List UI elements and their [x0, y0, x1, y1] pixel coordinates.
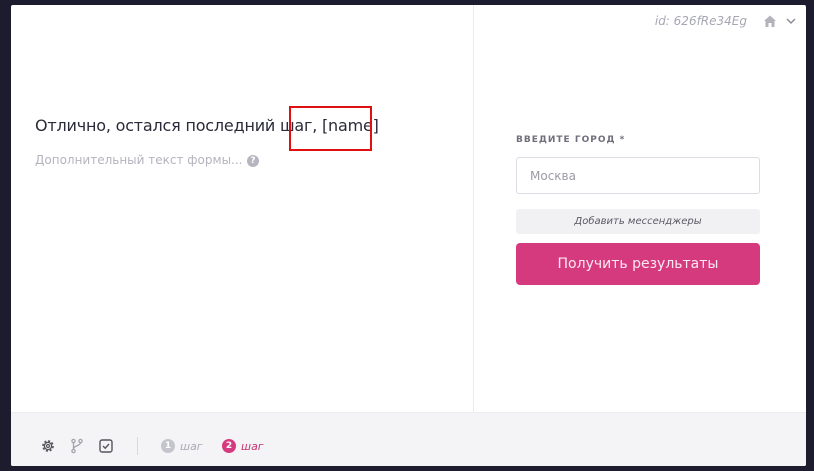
gear-icon[interactable]	[40, 438, 56, 454]
step-2[interactable]: 2 шаг	[222, 437, 264, 455]
form-subtext[interactable]: Дополнительный текст формы...	[35, 153, 242, 167]
add-messengers-button[interactable]: Добавить мессенджеры	[516, 209, 760, 234]
chevron-down-icon[interactable]	[785, 15, 797, 27]
city-input[interactable]	[516, 157, 760, 194]
city-field-label: ВВЕДИТЕ ГОРОД *	[516, 135, 626, 145]
footer-divider	[137, 437, 138, 455]
form-editor-card: Отлично, остался последний шаг, [name] Д…	[11, 5, 806, 466]
highlight-box	[289, 106, 372, 151]
step-label: шаг	[180, 439, 203, 453]
step-label: шаг	[241, 439, 264, 453]
topbar: id: 626fRe34Eg	[655, 13, 797, 29]
step-1[interactable]: 1 шаг	[161, 437, 203, 455]
step-number: 1	[161, 439, 175, 453]
form-id: id: 626fRe34Eg	[654, 14, 747, 28]
get-results-button[interactable]: Получить результаты	[516, 243, 760, 285]
checklist-icon[interactable]	[98, 438, 114, 454]
branch-icon[interactable]	[69, 438, 85, 454]
form-fields-pane: id: 626fRe34Eg ВВЕДИТЕ ГОРОД * Добавить …	[475, 5, 806, 412]
form-preview-pane: Отлично, остался последний шаг, [name] Д…	[11, 5, 474, 412]
help-icon[interactable]: ?	[247, 155, 259, 167]
home-icon[interactable]	[763, 14, 777, 28]
footer-toolbar: 1 шаг 2 шаг	[11, 412, 806, 466]
step-number: 2	[222, 439, 236, 453]
